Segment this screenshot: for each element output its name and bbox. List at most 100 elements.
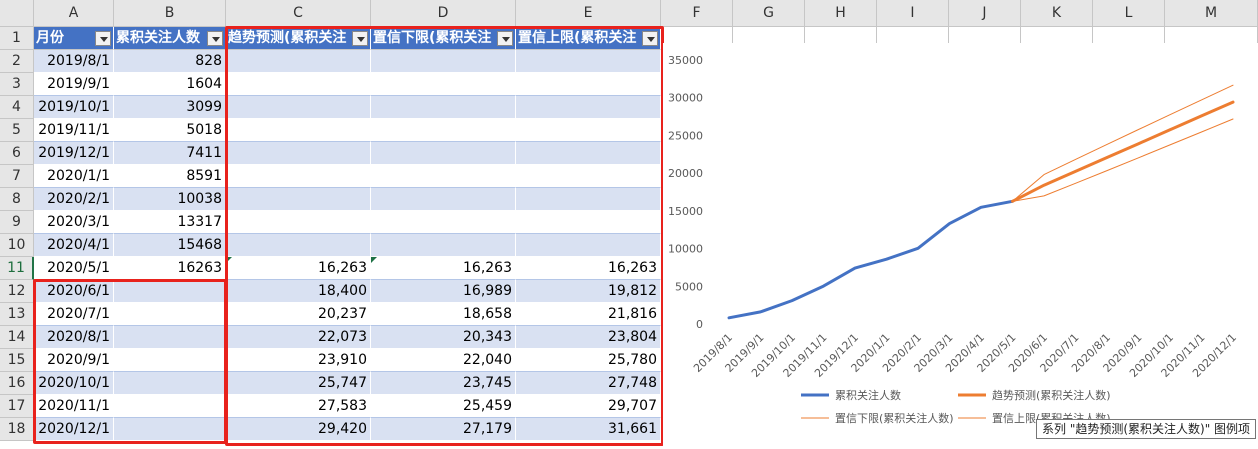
table-cell[interactable]: 7411	[114, 142, 226, 165]
column-header-a[interactable]: A	[34, 0, 114, 27]
filter-dropdown-icon[interactable]	[95, 31, 111, 46]
table-cell[interactable]	[114, 418, 226, 441]
table-cell[interactable]: 13317	[114, 211, 226, 234]
line-chart[interactable]: 35000 30000 25000 20000 15000 10000 5000 0 2019/…	[663, 43, 1258, 449]
table-header-cell[interactable]: 累积关注人数	[114, 27, 226, 50]
table-cell[interactable]: 27,583	[226, 395, 371, 418]
table-cell[interactable]	[516, 211, 661, 234]
table-cell[interactable]: 25,780	[516, 349, 661, 372]
table-cell[interactable]: 2020/5/1	[34, 257, 114, 280]
table-cell[interactable]: 3099	[114, 96, 226, 119]
table-cell[interactable]: 20,343	[371, 326, 516, 349]
column-header-m[interactable]: M	[1165, 0, 1258, 27]
row-header-16[interactable]: 16	[0, 372, 34, 395]
column-header-c[interactable]: C	[226, 0, 371, 27]
row-header-7[interactable]: 7	[0, 165, 34, 188]
table-cell[interactable]: 25,747	[226, 372, 371, 395]
table-cell[interactable]	[114, 349, 226, 372]
table-cell[interactable]: 16263	[114, 257, 226, 280]
table-cell[interactable]	[516, 73, 661, 96]
table-cell[interactable]	[371, 234, 516, 257]
table-cell[interactable]: 25,459	[371, 395, 516, 418]
table-cell[interactable]	[226, 211, 371, 234]
table-cell[interactable]: 2019/9/1	[34, 73, 114, 96]
table-cell[interactable]	[516, 234, 661, 257]
table-cell[interactable]: 22,073	[226, 326, 371, 349]
table-cell[interactable]	[371, 188, 516, 211]
table-cell[interactable]: 29,707	[516, 395, 661, 418]
table-cell[interactable]	[516, 119, 661, 142]
table-cell[interactable]: 828	[114, 50, 226, 73]
table-cell[interactable]: 21,816	[516, 303, 661, 326]
table-cell[interactable]: 2020/6/1	[34, 280, 114, 303]
filter-dropdown-icon[interactable]	[207, 31, 223, 46]
row-header-11[interactable]: 11	[0, 257, 34, 280]
row-header-5[interactable]: 5	[0, 119, 34, 142]
table-cell[interactable]: 27,748	[516, 372, 661, 395]
table-cell[interactable]	[516, 188, 661, 211]
row-header-1[interactable]: 1	[0, 27, 34, 50]
column-header-f[interactable]: F	[661, 0, 733, 27]
table-cell[interactable]	[516, 50, 661, 73]
table-cell[interactable]: 8591	[114, 165, 226, 188]
table-cell[interactable]: 22,040	[371, 349, 516, 372]
row-header-15[interactable]: 15	[0, 349, 34, 372]
row-header-12[interactable]: 12	[0, 280, 34, 303]
table-cell[interactable]: 2020/10/1	[34, 372, 114, 395]
column-header-k[interactable]: K	[1021, 0, 1093, 27]
table-cell[interactable]	[516, 165, 661, 188]
row-header-3[interactable]: 3	[0, 73, 34, 96]
row-header-17[interactable]: 17	[0, 395, 34, 418]
table-cell[interactable]: 2020/11/1	[34, 395, 114, 418]
table-cell[interactable]: 2020/12/1	[34, 418, 114, 441]
table-cell[interactable]	[226, 119, 371, 142]
table-cell[interactable]: 27,179	[371, 418, 516, 441]
table-cell[interactable]: 16,263	[516, 257, 661, 280]
filter-dropdown-icon[interactable]	[642, 31, 658, 46]
column-header-j[interactable]: J	[949, 0, 1021, 27]
row-header-8[interactable]: 8	[0, 188, 34, 211]
table-cell[interactable]: 29,420	[226, 418, 371, 441]
column-header-g[interactable]: G	[733, 0, 805, 27]
table-cell[interactable]	[226, 188, 371, 211]
table-cell[interactable]: 18,658	[371, 303, 516, 326]
table-cell[interactable]	[114, 395, 226, 418]
column-header-d[interactable]: D	[371, 0, 516, 27]
table-cell[interactable]	[226, 234, 371, 257]
table-cell[interactable]	[226, 73, 371, 96]
table-cell[interactable]: 16,263	[371, 257, 516, 280]
table-cell[interactable]	[226, 50, 371, 73]
table-cell[interactable]: 1604	[114, 73, 226, 96]
row-header-18[interactable]: 18	[0, 418, 34, 441]
column-header-l[interactable]: L	[1093, 0, 1165, 27]
table-cell[interactable]	[371, 142, 516, 165]
table-cell[interactable]: 2019/10/1	[34, 96, 114, 119]
table-cell[interactable]: 2019/12/1	[34, 142, 114, 165]
table-cell[interactable]	[114, 326, 226, 349]
table-cell[interactable]: 2019/8/1	[34, 50, 114, 73]
table-cell[interactable]	[114, 303, 226, 326]
table-header-cell[interactable]: 置信下限(累积关注	[371, 27, 516, 50]
table-cell[interactable]: 16,263	[226, 257, 371, 280]
row-header-10[interactable]: 10	[0, 234, 34, 257]
table-cell[interactable]: 16,989	[371, 280, 516, 303]
table-header-cell[interactable]: 置信上限(累积关注	[516, 27, 661, 50]
column-header-b[interactable]: B	[114, 0, 226, 27]
table-cell[interactable]: 2020/4/1	[34, 234, 114, 257]
table-cell[interactable]: 2020/8/1	[34, 326, 114, 349]
table-cell[interactable]	[114, 372, 226, 395]
table-cell[interactable]	[371, 96, 516, 119]
table-cell[interactable]	[516, 142, 661, 165]
table-cell[interactable]: 2020/1/1	[34, 165, 114, 188]
table-cell[interactable]	[114, 280, 226, 303]
row-header-14[interactable]: 14	[0, 326, 34, 349]
table-cell[interactable]	[226, 165, 371, 188]
table-cell[interactable]	[226, 142, 371, 165]
table-cell[interactable]	[516, 96, 661, 119]
table-cell[interactable]: 18,400	[226, 280, 371, 303]
table-cell[interactable]: 23,910	[226, 349, 371, 372]
table-cell[interactable]: 2019/11/1	[34, 119, 114, 142]
table-header-cell[interactable]: 月份	[34, 27, 114, 50]
row-header-6[interactable]: 6	[0, 142, 34, 165]
row-header-4[interactable]: 4	[0, 96, 34, 119]
